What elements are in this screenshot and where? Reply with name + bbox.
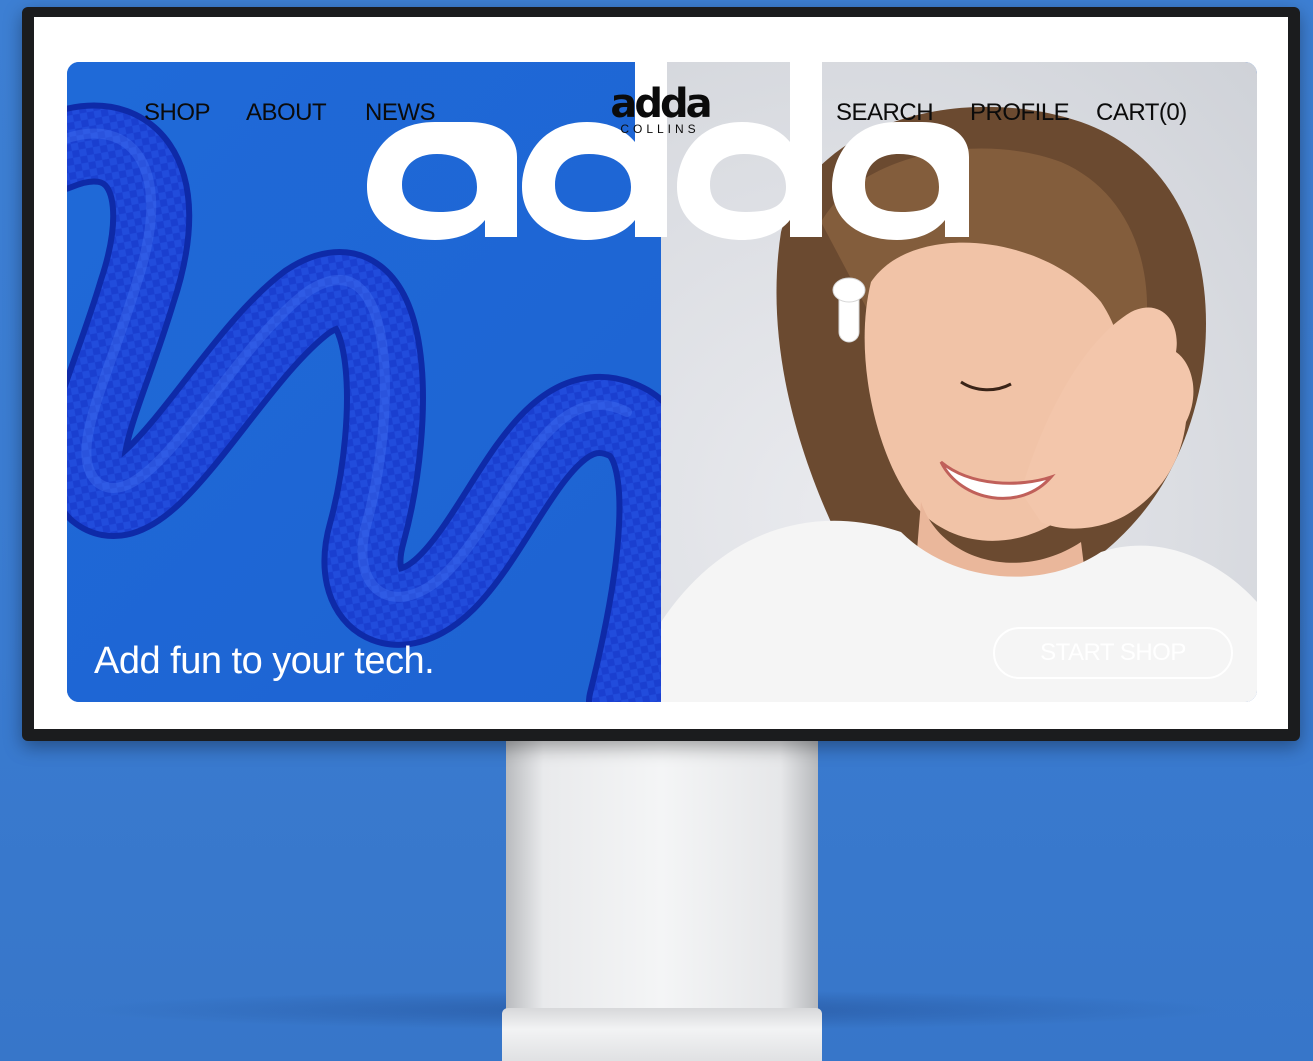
nav-search-link[interactable]: SEARCH — [836, 99, 934, 127]
nav-shop-link[interactable]: SHOP — [144, 99, 211, 127]
hero-tagline: Add fun to your tech. — [94, 640, 435, 682]
nav-news-link[interactable]: NEWS — [365, 99, 436, 127]
monitor: SHOP ABOUT NEWS adda COLLINS SEARCH PROF… — [22, 7, 1300, 741]
start-shop-button[interactable]: START SHOP — [993, 627, 1233, 679]
brand-logo-word: adda — [610, 81, 712, 127]
nav-profile-link[interactable]: PROFILE — [970, 99, 1070, 127]
brand-logo[interactable]: adda COLLINS — [595, 84, 725, 136]
monitor-screen: SHOP ABOUT NEWS adda COLLINS SEARCH PROF… — [34, 17, 1288, 729]
nav-cart-link[interactable]: CART(0) — [1096, 99, 1187, 127]
hero-banner: SHOP ABOUT NEWS adda COLLINS SEARCH PROF… — [67, 62, 1257, 702]
nav-about-link[interactable]: ABOUT — [246, 99, 327, 127]
monitor-stand-base — [502, 1008, 822, 1061]
